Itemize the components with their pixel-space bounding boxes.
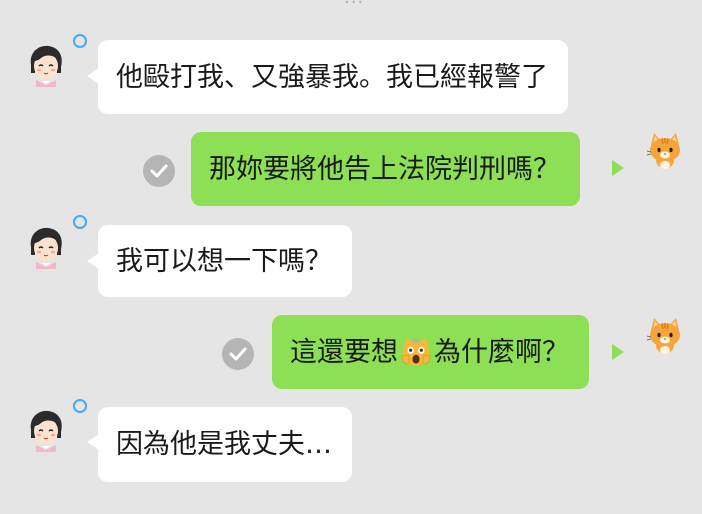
- message-text-part: 這還要想: [290, 336, 398, 368]
- message-bubble-incoming[interactable]: 我可以想一下嗎？: [98, 225, 352, 297]
- status-ring-icon: [73, 399, 87, 413]
- girl-avatar-icon[interactable]: [24, 408, 68, 452]
- top-ellipsis: ···: [344, 0, 365, 13]
- status-ring-icon: [73, 34, 87, 48]
- bubble-tail: [612, 160, 624, 176]
- message-bubble-outgoing[interactable]: 這還要想 為什麼啊？: [272, 315, 589, 389]
- read-check-icon: [143, 155, 175, 187]
- message-text-part: 為什麼啊？: [434, 336, 569, 368]
- orange-cat-avatar-icon[interactable]: [645, 131, 685, 173]
- girl-avatar-icon[interactable]: [24, 43, 68, 87]
- message-text: 那妳要將他告上法院判刑嗎？: [209, 153, 560, 185]
- orange-cat-avatar-icon[interactable]: [645, 316, 685, 358]
- message-text: 他毆打我、又強暴我。我已經報警了: [116, 61, 548, 93]
- status-ring-icon: [73, 215, 87, 229]
- bubble-tail: [612, 344, 624, 360]
- message-text: 因為他是我丈夫…: [116, 429, 332, 460]
- message-bubble-outgoing[interactable]: 那妳要將他告上法院判刑嗎？: [191, 132, 580, 206]
- message-bubble-incoming[interactable]: 他毆打我、又強暴我。我已經報警了: [98, 40, 568, 114]
- read-check-icon: [222, 338, 254, 370]
- scream-cat-emoji-icon: [400, 336, 432, 368]
- message-text: 我可以想一下嗎？: [116, 245, 332, 277]
- girl-avatar-icon[interactable]: [24, 225, 68, 269]
- message-bubble-incoming[interactable]: 因為他是我丈夫…: [98, 407, 352, 482]
